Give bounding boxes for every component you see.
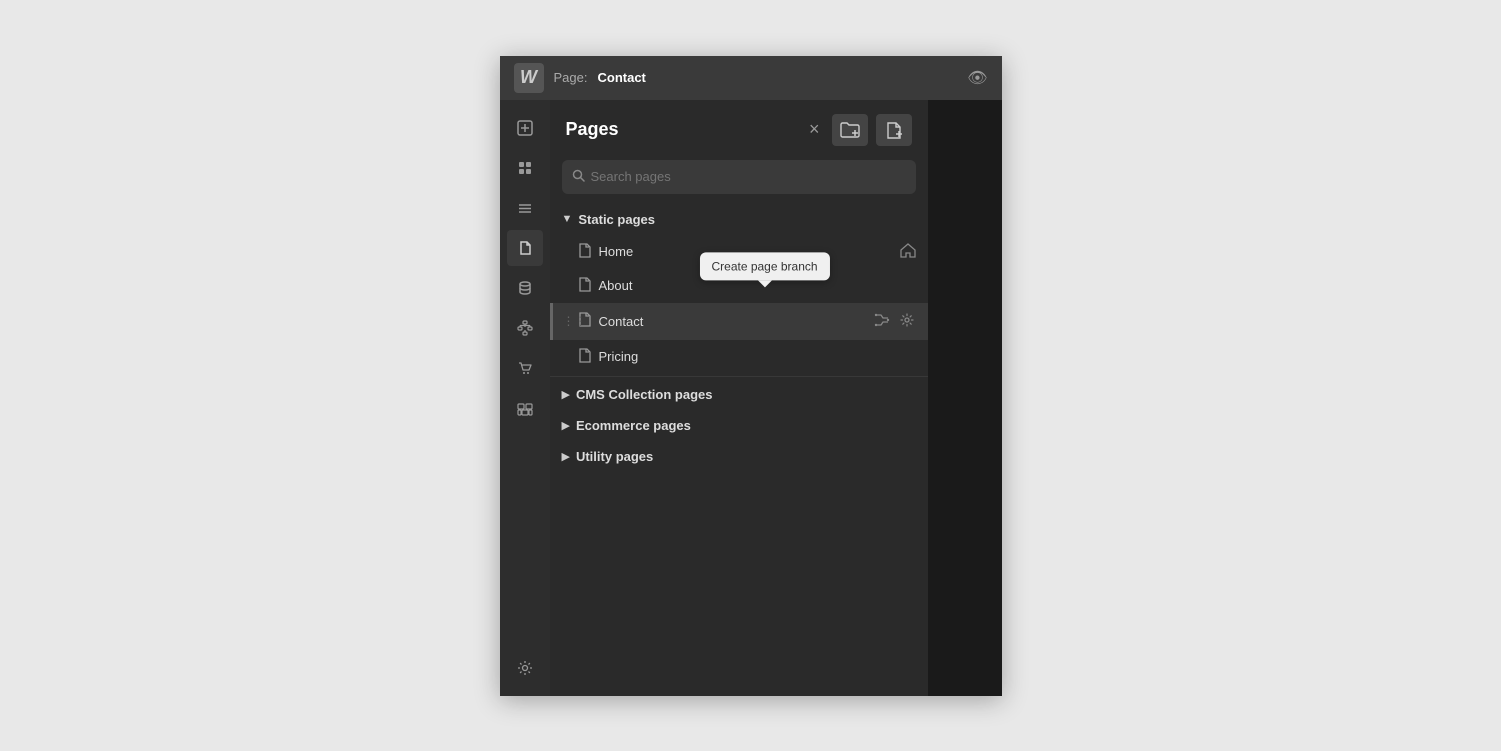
sidebar-settings-icon[interactable] xyxy=(507,650,543,686)
add-page-button[interactable] xyxy=(876,114,912,146)
search-input[interactable] xyxy=(591,169,906,184)
utility-section-header[interactable]: ▶ Utility pages xyxy=(550,441,928,472)
static-pages-label: Static pages xyxy=(578,212,655,227)
sidebar-add-icon[interactable] xyxy=(507,110,543,146)
sidebar-assets-icon[interactable] xyxy=(507,390,543,426)
sidebar-components-icon[interactable] xyxy=(507,150,543,186)
page-branch-icon[interactable] xyxy=(872,311,892,332)
home-page-actions xyxy=(900,243,916,261)
chevron-right-icon: ▶ xyxy=(562,450,570,463)
chevron-down-icon: ▼ xyxy=(562,213,573,225)
main-content: Pages × xyxy=(500,100,1002,696)
chevron-right-icon: ▶ xyxy=(562,388,570,401)
static-pages-section-header[interactable]: ▼ Static pages xyxy=(550,204,928,235)
search-icon xyxy=(572,169,585,185)
cms-section-header[interactable]: ▶ CMS Collection pages xyxy=(550,379,928,410)
page-item-home[interactable]: Home xyxy=(550,235,928,269)
page-item-contact[interactable]: ⋮⋮ Contact xyxy=(550,303,928,340)
home-icon xyxy=(900,243,916,261)
drag-handle-icon: ⋮⋮ xyxy=(563,314,587,328)
page-settings-icon[interactable] xyxy=(898,311,916,332)
page-item-about[interactable]: About Create page branch xyxy=(550,269,928,303)
page-name-pricing: Pricing xyxy=(599,349,916,364)
search-container xyxy=(550,156,928,204)
contact-page-actions xyxy=(872,311,916,332)
page-name-contact: Contact xyxy=(599,314,864,329)
chevron-right-icon: ▶ xyxy=(562,419,570,432)
panel-header: Pages × xyxy=(550,100,928,156)
top-bar: W Page: Contact 👁 xyxy=(500,56,1002,100)
utility-pages-label: Utility pages xyxy=(576,449,653,464)
pages-list: ▼ Static pages Home xyxy=(550,204,928,696)
page-item-pricing[interactable]: Pricing xyxy=(550,340,928,374)
app-window: W Page: Contact 👁 xyxy=(500,56,1002,696)
search-box xyxy=(562,160,916,194)
page-name-about: About xyxy=(599,278,916,293)
sidebar xyxy=(500,100,550,696)
webflow-logo: W xyxy=(514,63,544,93)
page-name: Contact xyxy=(597,70,645,85)
add-folder-button[interactable] xyxy=(832,114,868,146)
preview-icon[interactable]: 👁 xyxy=(967,68,987,88)
page-file-icon xyxy=(578,243,591,261)
ecommerce-pages-label: Ecommerce pages xyxy=(576,418,691,433)
page-file-icon xyxy=(578,348,591,366)
sidebar-database-icon[interactable] xyxy=(507,270,543,306)
sidebar-pages-icon[interactable] xyxy=(507,230,543,266)
ecommerce-section-header[interactable]: ▶ Ecommerce pages xyxy=(550,410,928,441)
page-name-home: Home xyxy=(599,244,892,259)
canvas-area xyxy=(928,100,1002,696)
pages-panel: Pages × xyxy=(550,100,928,696)
sidebar-sitemap-icon[interactable] xyxy=(507,310,543,346)
panel-title: Pages xyxy=(566,119,797,140)
sidebar-ecommerce-icon[interactable] xyxy=(507,350,543,386)
cms-pages-label: CMS Collection pages xyxy=(576,387,713,402)
page-label: Page: xyxy=(554,70,588,85)
panel-close-button[interactable]: × xyxy=(805,115,824,144)
page-file-icon xyxy=(578,277,591,295)
divider xyxy=(550,376,928,377)
sidebar-layers-icon[interactable] xyxy=(507,190,543,226)
